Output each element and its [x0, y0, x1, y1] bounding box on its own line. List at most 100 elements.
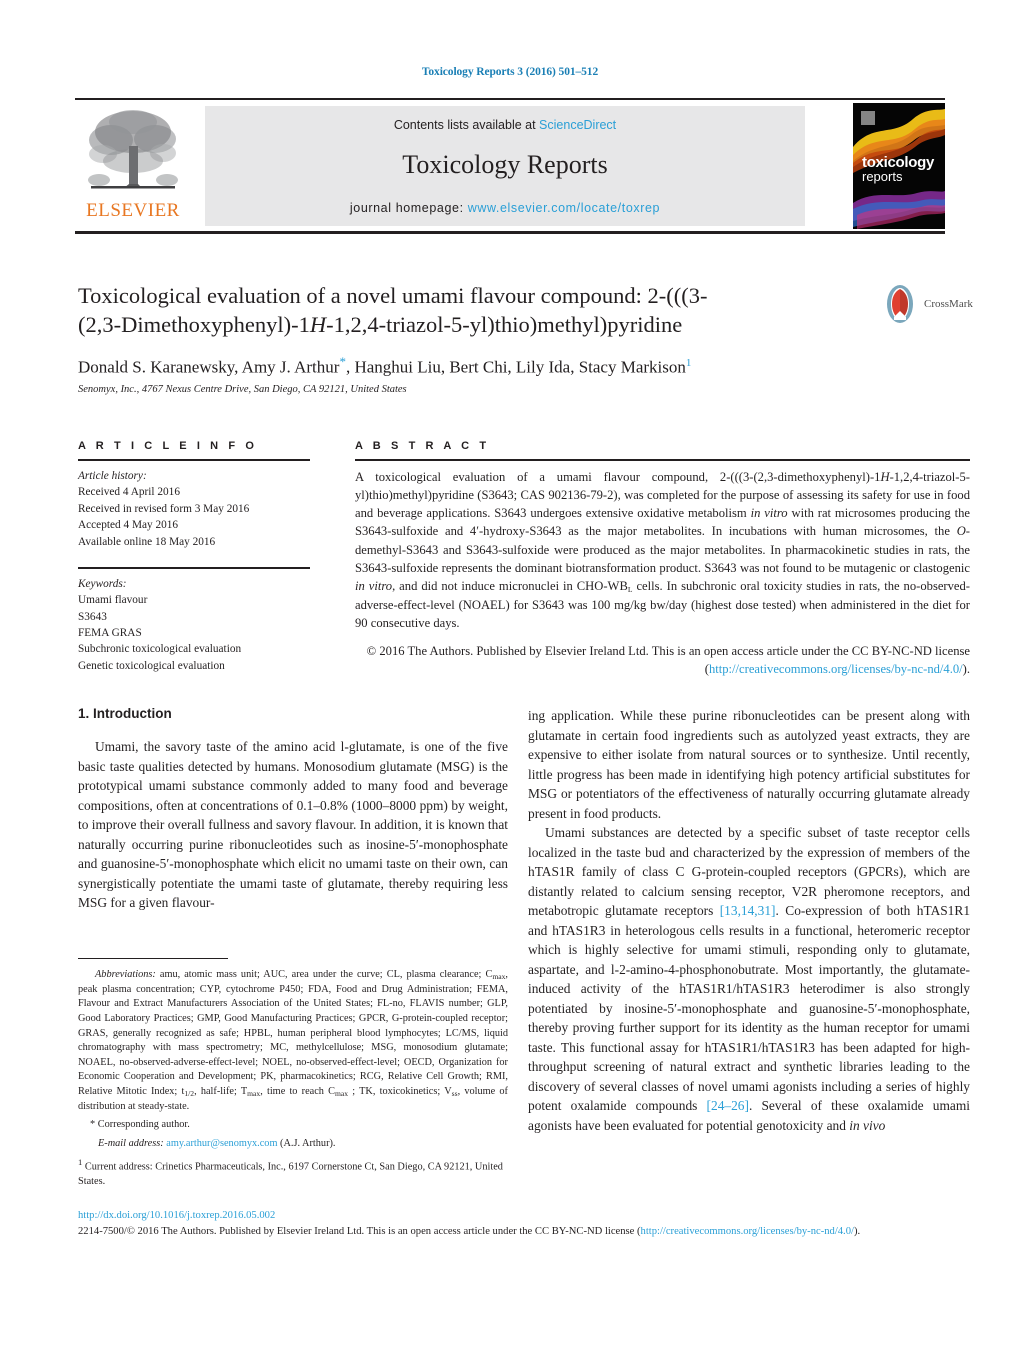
sciencedirect-link[interactable]: ScienceDirect	[539, 118, 616, 132]
intro-paragraph-2: Umami substances are detected by a speci…	[528, 823, 970, 1135]
issn-copyright-b: ).	[853, 1226, 861, 1238]
intro2-seg-c: -2-amino-4-phosphonobutrate. Most import…	[528, 961, 970, 1114]
keyword-item: Umami flavour	[78, 594, 148, 607]
authors-part-a: Donald S. Karanewsky, Amy J. Arthur	[78, 357, 340, 377]
keywords-block: Keywords: Umami flavour S3643 FEMA GRAS …	[78, 576, 310, 674]
journal-homepage-line: journal homepage: www.elsevier.com/locat…	[205, 201, 805, 215]
history-item-accepted: Accepted 4 May 2016	[78, 519, 179, 532]
title-block: Toxicological evaluation of a novel umam…	[78, 282, 868, 395]
paper-page: Toxicology Reports 3 (2016) 501–512 ELSE…	[0, 0, 1020, 1351]
page-title: Toxicological evaluation of a novel umam…	[78, 282, 868, 340]
crossmark-badge[interactable]: CrossMark	[880, 284, 973, 326]
footer-license-link[interactable]: http://creativecommons.org/licenses/by-n…	[641, 1226, 854, 1237]
crossmark-label: CrossMark	[924, 298, 973, 310]
abbrev-sub-cmax-1: max	[492, 972, 506, 981]
abstract-column: A B S T R A C T A toxicological evaluati…	[355, 440, 970, 678]
abbrev-sub-tmax: max	[247, 1089, 261, 1099]
abbrev-seg-a: amu, atomic mass unit; AUC, area under t…	[155, 969, 493, 980]
body-column-right: ing application. While these purine ribo…	[528, 706, 970, 1135]
journal-homepage-link[interactable]: www.elsevier.com/locate/toxrep	[468, 201, 660, 215]
citation-ref-13-14-31[interactable]: [13,14,31]	[720, 903, 776, 918]
abstract-italic-o: O	[956, 524, 966, 539]
intro-paragraph-continued: ing application. While these purine ribo…	[528, 708, 970, 821]
abstract-italic-invitro-1: in vitro	[750, 506, 788, 521]
article-history-label: Article history:	[78, 470, 147, 482]
abbrev-sub-halflife: 1/2	[184, 1089, 195, 1099]
authors-part-b: , Hanghui Liu, Bert Chi, Lily Ida, Stacy…	[345, 357, 686, 377]
abbreviations-note: Abbreviations: amu, atomic mass unit; AU…	[78, 968, 508, 1114]
cover-title-line2: reports	[862, 169, 903, 184]
article-info-rule	[78, 459, 310, 461]
title-line-1: Toxicological evaluation of a novel umam…	[78, 283, 708, 308]
body-column-left: 1. Introduction Umami, the savory taste …	[78, 706, 508, 913]
page-footer: http://dx.doi.org/10.1016/j.toxrep.2016.…	[78, 1208, 968, 1239]
article-info-heading: A R T I C L E I N F O	[78, 440, 258, 452]
masthead-bottom-rule	[75, 231, 945, 234]
email-link[interactable]: amy.arthur@senomyx.com	[166, 1138, 277, 1149]
running-head: Toxicology Reports 3 (2016) 501–512	[421, 66, 599, 78]
email-suffix: (A.J. Arthur).	[277, 1138, 336, 1150]
abstract-seg-a: A toxicological evaluation of a umami fl…	[355, 470, 881, 484]
cover-title-line1: toxicology	[862, 154, 935, 171]
email-label: E-mail address:	[98, 1138, 164, 1150]
elsevier-wordmark: ELSEVIER	[86, 200, 180, 221]
elsevier-logo: ELSEVIER	[77, 106, 189, 226]
author-list: Donald S. Karanewsky, Amy J. Arthur*, Ha…	[78, 354, 868, 378]
title-italic-h: H	[309, 311, 327, 337]
abstract-italic-h: H	[880, 470, 890, 484]
contents-available-line: Contents lists available at ScienceDirec…	[205, 118, 805, 132]
abbrev-seg-d: , time to reach C	[260, 1086, 335, 1098]
section-heading-introduction: 1. Introduction	[78, 706, 172, 721]
citation-ref-24-26[interactable]: [24–26]	[707, 1098, 749, 1113]
issn-copyright-a: 2214-7500/© 2016 The Authors. Published …	[78, 1226, 641, 1238]
article-history-block: Article history: Received 4 April 2016 R…	[78, 468, 310, 550]
crossmark-icon[interactable]	[880, 284, 920, 324]
keyword-item: Subchronic toxicological evaluation	[78, 643, 242, 656]
homepage-prefix: journal homepage:	[349, 201, 468, 215]
keyword-item: FEMA GRAS	[78, 627, 142, 639]
abstract-italic-invitro-2: in vitro	[355, 578, 393, 593]
history-item-received: Received 4 April 2016	[78, 486, 180, 499]
copyright-text-b: ).	[962, 662, 970, 677]
author-footnote-marker[interactable]: 1	[686, 357, 692, 369]
corresponding-author-note: * Corresponding author.	[78, 1118, 508, 1133]
journal-masthead: ELSEVIER Contents lists available at Sci…	[75, 98, 945, 234]
footnotes-block: Abbreviations: amu, atomic mass unit; AU…	[78, 968, 508, 1189]
corresponding-text: Corresponding author.	[95, 1119, 190, 1131]
abstract-heading: A B S T R A C T	[355, 440, 490, 452]
history-item-revised: Received in revised form 3 May 2016	[78, 502, 250, 515]
abbrev-seg-b: , peak plasma concentration; CYP, cytoch…	[78, 969, 508, 1098]
intro-paragraph-1: Umami, the savory taste of the amino aci…	[78, 737, 508, 913]
title-line-2b: -1,2,4-triazol-5-yl)thio)methyl)pyridine	[326, 311, 683, 337]
keyword-item: S3643	[78, 610, 107, 623]
contents-prefix: Contents lists available at	[393, 118, 540, 132]
masthead-banner: Contents lists available at ScienceDirec…	[205, 106, 805, 226]
journal-cover-thumbnail: toxicology reports	[853, 103, 945, 229]
abbrev-seg-c: , half-life; T	[194, 1086, 248, 1098]
title-line-2a: (2,3-Dimethoxyphenyl)-1	[78, 311, 310, 337]
article-info-column: A R T I C L E I N F O Article history: R…	[78, 440, 310, 674]
abbrev-seg-e: ; TK, toxicokinetics; V	[348, 1086, 452, 1098]
email-note: E-mail address: amy.arthur@senomyx.com (…	[78, 1137, 508, 1152]
elsevier-tree-icon	[88, 110, 178, 189]
abbrev-sub-cmax-2: max	[334, 1089, 349, 1099]
doi-link[interactable]: http://dx.doi.org/10.1016/j.toxrep.2016.…	[78, 1208, 968, 1223]
abstract-rule	[355, 459, 970, 461]
intro-seg-b: -glutamate, is one of the five basic tas…	[78, 739, 508, 910]
intro2-italic-invivo: in vivo	[849, 1117, 886, 1133]
abbreviations-label: Abbreviations:	[95, 969, 156, 980]
keyword-item: Genetic toxicological evaluation	[78, 659, 225, 672]
current-address-note: 1 Current address: Crinetics Pharmaceuti…	[78, 1156, 508, 1190]
masthead-top-rule	[75, 98, 945, 100]
keywords-label: Keywords:	[78, 577, 127, 590]
journal-title: Toxicology Reports	[402, 150, 608, 179]
history-item-online: Available online 18 May 2016	[78, 535, 216, 548]
affiliation: Senomyx, Inc., 4767 Nexus Centre Drive, …	[78, 384, 407, 396]
cover-wordmark: toxicology reports	[862, 155, 934, 183]
current-address-text: Current address: Crinetics Pharmaceutica…	[78, 1161, 503, 1187]
keywords-rule	[78, 566, 310, 569]
abstract-seg-e: , and did not induce micronuclei in CHO-…	[392, 578, 628, 593]
license-link[interactable]: http://creativecommons.org/licenses/by-n…	[709, 662, 963, 676]
abstract-copyright: © 2016 The Authors. Published by Elsevie…	[355, 642, 970, 678]
